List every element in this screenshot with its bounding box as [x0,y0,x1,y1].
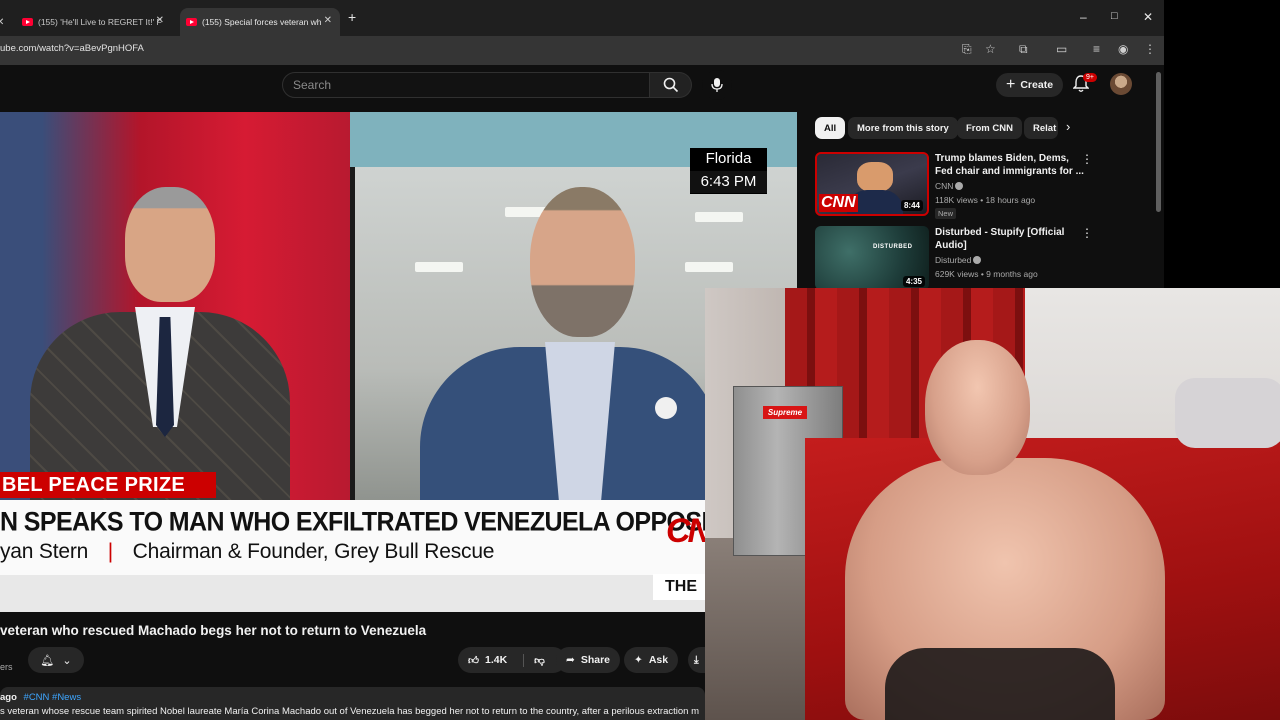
tab-close-icon[interactable]: ✕ [156,15,164,26]
guest-title: Chairman & Founder, Grey Bull Rescue [132,540,495,563]
tab-close-icon[interactable]: ✕ [0,8,6,36]
thumbnail-logo: DISTURBED [873,244,913,250]
subscription-bell-button[interactable]: 🔔︎ ⌄ [28,647,84,673]
plus-icon: + [1006,76,1016,93]
share-label: Share [580,654,610,666]
chevron-down-icon: ⌄ [62,654,72,667]
ticker-bar [0,575,705,612]
recommendation-title[interactable]: Trump blames Biden, Dems, Fed chair and … [935,152,1085,178]
video-thumbnail[interactable]: DISTURBED 4:35 [815,226,929,290]
create-button[interactable]: + Create [996,73,1064,97]
search-box[interactable] [282,72,650,98]
description-meta: ago #CNN #News [0,692,81,703]
tab-bar: ✕ (155) 'He'll Live to REGRET It!' F ✕ (… [0,0,1164,36]
hashtags[interactable]: #CNN #News [24,692,82,703]
verified-icon [973,256,982,264]
chip-all[interactable]: All [815,117,846,139]
share-button[interactable]: ➦ Share [556,647,620,673]
tab-regret[interactable]: (155) 'He'll Live to REGRET It!' F ✕ [22,8,172,36]
like-count: 1.4K [484,654,508,666]
duration-badge: 8:44 [900,200,923,211]
search-icon [663,77,678,93]
topic-banner: BEL PEACE PRIZE [0,472,216,498]
streamer-lap [885,648,1115,720]
subscriber-count: ers [0,662,13,672]
notification-count-badge: 9+ [1083,73,1097,82]
extensions-icon[interactable]: ⧉ [1019,42,1028,57]
description-text: s veteran whose rescue team spirited Nob… [0,706,699,717]
time-label: 6:43 PM [690,171,767,193]
ask-button[interactable]: ✦ Ask [624,647,679,673]
bookmark-star-icon[interactable]: ☆ [985,42,996,56]
install-app-icon[interactable]: ⎘ [962,42,972,57]
search-input[interactable] [283,73,649,97]
chip-from-cnn[interactable]: From CNN [957,117,1022,139]
video-thumbnail[interactable]: CNN 8:44 [815,152,929,216]
guest-name: yan Stern [0,540,89,563]
close-window-button[interactable]: ✕ [1143,10,1153,24]
like-dislike-group: 👍︎ 1.4K 👎︎ [458,647,566,673]
youtube-favicon-icon [186,18,197,26]
video-player[interactable]: Florida 6:43 PM BEL PEACE PRIZE N SPEAKS… [0,112,797,612]
search-button[interactable] [650,72,692,98]
video-meta: 118K views • 18 hours ago [935,195,1036,205]
new-tab-button[interactable]: + [348,9,356,25]
chyron-subline: yan Stern | Chairman & Founder, Grey Bul… [0,540,495,563]
ask-label: Ask [648,654,669,666]
recommendation-item[interactable]: DISTURBED 4:35 Disturbed - Stupify [Offi… [815,226,1145,294]
tab-title: (155) Special forces veteran wh [202,17,322,27]
media-icon[interactable]: ≡ [1093,42,1100,56]
create-label: Create [1020,79,1054,91]
download-icon: ⤓ [694,653,699,666]
streamer-head [925,340,1030,475]
upload-age: ago [0,692,17,703]
pillow [1175,378,1280,448]
channel-name[interactable]: CNN [935,181,964,191]
channel-name[interactable]: Disturbed [935,255,982,265]
show-tag: THE [653,574,705,600]
new-badge: New [935,208,957,219]
account-avatar[interactable] [1110,73,1132,95]
chevron-right-icon[interactable]: › [1066,119,1070,134]
sparkle-icon: ✦ [634,654,643,666]
thumbnail-logo: CNN [819,194,858,212]
recommendation-title[interactable]: Disturbed - Stupify [Official Audio] [935,226,1085,252]
more-options-icon[interactable]: ⋮ [1081,226,1093,240]
interview-guest [420,182,720,507]
youtube-favicon-icon [22,18,33,26]
fridge-sticker: Supreme [763,406,807,419]
video-meta: 629K views • 9 months ago [935,269,1038,279]
share-icon: ➦ [566,654,575,666]
verified-icon [955,182,964,190]
voice-search-button[interactable] [702,70,732,100]
tab-special-forces[interactable]: (155) Special forces veteran wh ✕ [180,8,340,36]
location-time-box: Florida 6:43 PM [690,148,767,194]
tab-title: (155) 'He'll Live to REGRET It!' F [38,17,162,27]
maximize-button[interactable]: □ [1111,10,1118,22]
address-toolbar: ube.com/watch?v=aBevPgnHOFA ⎘ ☆ ⧉ ▭ ≡ ◉ … [0,36,1164,65]
dislike-button[interactable]: 👎︎ [523,653,545,667]
tab-close-icon[interactable]: ✕ [324,15,332,26]
webcam-overlay: Supreme [705,288,1280,720]
location-label: Florida [705,150,752,167]
microphone-icon [711,78,723,92]
minimize-button[interactable]: – [1080,10,1087,24]
bell-icon: 🔔︎ [40,654,55,667]
video-title: veteran who rescued Machado begs her not… [0,623,427,638]
menu-kebab-icon[interactable]: ⋮ [1144,42,1156,56]
youtube-header: + Create 9+ [0,65,1164,107]
chip-more-from-story[interactable]: More from this story [848,117,958,139]
duration-badge: 4:35 [902,276,925,287]
sidepanel-icon[interactable]: ▭ [1056,42,1067,56]
profile-icon[interactable]: ◉ [1118,42,1128,56]
chip-related[interactable]: Relat [1024,117,1058,139]
news-anchor [30,182,290,502]
like-button[interactable]: 👍︎ [468,654,479,667]
more-options-icon[interactable]: ⋮ [1081,152,1093,166]
recommendation-item[interactable]: CNN 8:44 Trump blames Biden, Dems, Fed c… [815,152,1145,220]
page-scrollbar[interactable] [1156,72,1161,212]
url-bar[interactable]: ube.com/watch?v=aBevPgnHOFA [0,43,144,54]
